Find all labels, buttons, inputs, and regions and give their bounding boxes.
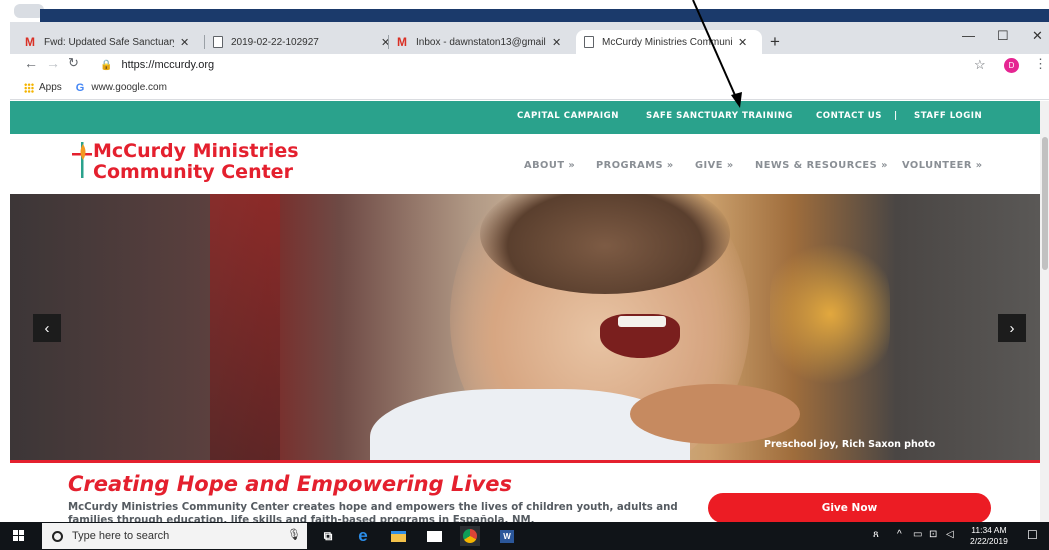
desktop-titlebar-strip	[40, 9, 1049, 22]
nav-about[interactable]: ABOUT »	[524, 160, 575, 171]
page-tagline: Creating Hope and Empowering Lives	[68, 472, 512, 496]
tab-title: 2019-02-22-102927	[231, 36, 319, 48]
slider-next-button[interactable]: ›	[998, 314, 1026, 342]
windows-start-icon[interactable]	[13, 530, 25, 542]
google-icon: G	[75, 81, 85, 94]
close-tab-icon[interactable]: ✕	[552, 36, 561, 49]
new-tab-button[interactable]: +	[770, 32, 780, 52]
windows-taskbar: Type here to search 🎙 ⧉ e W ጸ ^ ▭ ⊡ ◁ 11…	[0, 522, 1049, 550]
nav-news-resources[interactable]: NEWS & RESOURCES »	[755, 160, 888, 171]
desktop-left-strip	[0, 22, 10, 522]
bookmark-google[interactable]: G www.google.com	[76, 82, 167, 94]
reload-icon[interactable]: ↻	[68, 55, 79, 71]
tab-separator	[388, 35, 389, 49]
logo-line-2: Community Center	[93, 161, 293, 183]
tab-title: Fwd: Updated Safe Sanctuary Tra	[44, 36, 174, 48]
link-contact-us[interactable]: CONTACT US	[816, 111, 882, 121]
tab-separator	[204, 35, 205, 49]
minimize-icon[interactable]: —	[962, 28, 975, 43]
close-window-icon[interactable]: ✕	[1032, 28, 1043, 44]
tab-mccurdy-active[interactable]: McCurdy Ministries Community C ✕	[576, 30, 762, 54]
people-icon[interactable]: ጸ	[873, 529, 879, 540]
nav-programs[interactable]: PROGRAMS »	[596, 160, 674, 171]
link-staff-login[interactable]: STAFF LOGIN	[914, 111, 982, 121]
clock-time: 11:34 AM	[971, 525, 1007, 535]
top-link-separator: |	[894, 111, 898, 121]
taskbar-search-box[interactable]: Type here to search 🎙	[42, 523, 307, 549]
address-bar[interactable]: 🔒 https://mccurdy.org	[100, 57, 980, 73]
tab-gmail-inbox[interactable]: M Inbox - dawnstaton13@gmail.co ✕	[396, 30, 561, 54]
nav-volunteer[interactable]: VOLUNTEER »	[902, 160, 983, 171]
network-icon[interactable]: ⊡	[929, 529, 937, 540]
close-tab-icon[interactable]: ✕	[738, 36, 747, 49]
logo-line-1: McCurdy Ministries	[93, 140, 299, 162]
link-safe-sanctuary-training[interactable]: SAFE SANCTUARY TRAINING	[646, 111, 793, 121]
url-text: https://mccurdy.org	[121, 59, 215, 71]
site-logo[interactable]: McCurdy Ministries Community Center	[93, 141, 299, 183]
slider-prev-button[interactable]: ‹	[33, 314, 61, 342]
hero-caption: Preschool joy, Rich Saxon photo	[764, 439, 936, 450]
chevron-up-icon[interactable]: ^	[897, 529, 902, 540]
give-now-button[interactable]: Give Now	[708, 493, 991, 522]
intro-description: McCurdy Ministries Community Center crea…	[68, 502, 678, 522]
bookmark-label: Apps	[39, 82, 62, 93]
hero-photo-background	[770, 234, 890, 394]
tab-strip: M Fwd: Updated Safe Sanctuary Tra ✕ 2019…	[10, 22, 1049, 54]
apps-grid-icon	[24, 82, 34, 93]
menu-kebab-icon[interactable]: ⋮	[1034, 56, 1047, 72]
scrollbar-thumb[interactable]	[1042, 137, 1048, 270]
tab-screenshot-doc[interactable]: 2019-02-22-102927 ✕	[213, 30, 390, 54]
browser-window: M Fwd: Updated Safe Sanctuary Tra ✕ 2019…	[10, 22, 1049, 522]
utility-top-bar: CAPITAL CAMPAIGN SAFE SANCTUARY TRAINING…	[10, 101, 1049, 134]
document-icon	[213, 36, 223, 48]
tab-title: Inbox - dawnstaton13@gmail.co	[416, 36, 546, 48]
mail-icon[interactable]	[424, 526, 444, 546]
forward-arrow-icon[interactable]: →	[46, 55, 60, 71]
bookmark-apps[interactable]: Apps	[24, 82, 62, 93]
tab-fwd-safe-sanctuary[interactable]: M Fwd: Updated Safe Sanctuary Tra ✕	[24, 30, 189, 54]
back-arrow-icon[interactable]: ←	[24, 55, 38, 71]
task-view-icon[interactable]: ⧉	[318, 526, 338, 546]
intro-section: Creating Hope and Empowering Lives McCur…	[10, 463, 1040, 522]
document-icon	[584, 36, 594, 48]
web-page: CAPITAL CAMPAIGN SAFE SANCTUARY TRAINING…	[10, 101, 1049, 522]
gmail-icon: M	[397, 35, 407, 49]
gmail-icon: M	[25, 35, 35, 49]
profile-avatar[interactable]: D	[1004, 58, 1019, 73]
taskbar-clock[interactable]: 11:34 AM 2/22/2019	[970, 525, 1008, 547]
microphone-icon[interactable]: 🎙	[287, 528, 301, 541]
close-tab-icon[interactable]: ✕	[180, 36, 189, 49]
word-icon[interactable]: W	[497, 526, 517, 546]
browser-toolbar: ← → ↻ 🔒 https://mccurdy.org ☆ D ⋮	[10, 54, 1049, 76]
volume-icon[interactable]: ◁	[946, 529, 954, 540]
battery-icon[interactable]: ▭	[913, 529, 922, 540]
bookmark-star-icon[interactable]: ☆	[974, 57, 986, 73]
bookmark-label: www.google.com	[91, 82, 167, 93]
hero-photo-hand	[630, 384, 800, 444]
hero-slider: ‹ › Preschool joy, Rich Saxon photo	[10, 194, 1040, 460]
lock-icon: 🔒	[100, 59, 113, 71]
maximize-icon[interactable]: ☐	[997, 28, 1009, 44]
bookmarks-bar: Apps G www.google.com	[10, 76, 1049, 100]
nav-give[interactable]: GIVE »	[695, 160, 734, 171]
edge-browser-icon[interactable]: e	[353, 526, 373, 546]
site-header: McCurdy Ministries Community Center ABOU…	[10, 134, 1040, 192]
link-capital-campaign[interactable]: CAPITAL CAMPAIGN	[517, 111, 619, 121]
tab-title: McCurdy Ministries Community C	[602, 36, 732, 48]
cortana-icon	[52, 530, 63, 542]
search-placeholder: Type here to search	[72, 530, 170, 542]
clock-date: 2/22/2019	[970, 536, 1008, 546]
hero-photo-background	[210, 194, 280, 460]
chrome-icon[interactable]	[460, 526, 480, 546]
file-explorer-icon[interactable]	[388, 526, 408, 546]
hero-photo-child-teeth	[618, 316, 666, 327]
notifications-icon[interactable]: ☐	[1027, 528, 1038, 542]
desktop-top-strip	[0, 0, 1049, 22]
